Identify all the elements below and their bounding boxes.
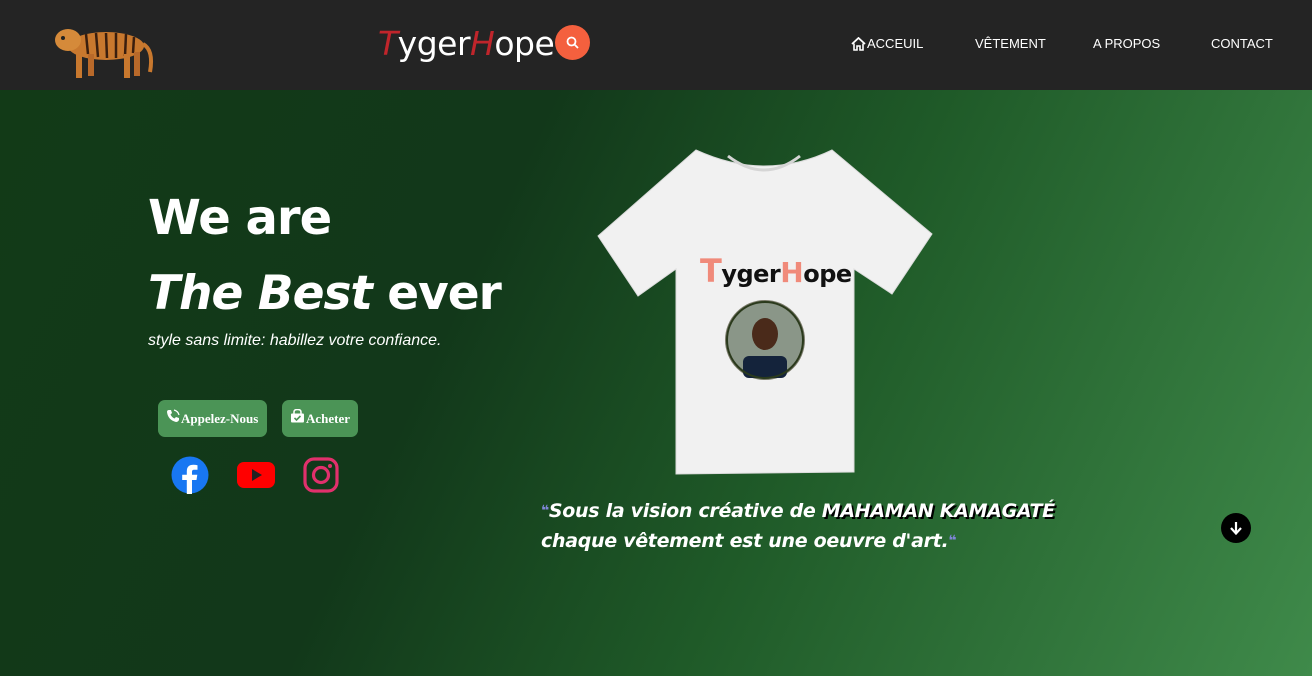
brand-second-letter: H <box>470 24 495 63</box>
call-button[interactable]: Appelez-Nous <box>158 400 267 437</box>
scroll-down-button[interactable] <box>1221 513 1251 543</box>
quote-open-icon: ❝ <box>541 503 549 519</box>
tshirt-print-end: ope <box>803 260 852 288</box>
tshirt-print-mid: yger <box>721 260 781 288</box>
quote-close-icon: ❝ <box>948 533 957 549</box>
search-icon <box>566 36 579 49</box>
facebook-link[interactable] <box>171 456 209 498</box>
home-icon <box>851 37 866 51</box>
hero-section: We are The Best ever style sans limite: … <box>0 90 1312 676</box>
arrow-down-icon <box>1230 522 1242 535</box>
nav-item-contact[interactable]: CONTACT <box>1211 36 1273 51</box>
nav-item-home[interactable]: ACCEUIL <box>851 36 923 51</box>
headline-italic: The Best <box>148 266 373 321</box>
youtube-link[interactable] <box>237 461 275 493</box>
facebook-icon <box>171 456 209 494</box>
youtube-icon <box>237 462 275 488</box>
brand-end: ope <box>494 24 555 63</box>
tshirt-image: TygerHope <box>596 144 934 476</box>
tshirt-print-logo: TygerHope <box>700 252 852 290</box>
tagline: style sans limite: habillez votre confia… <box>148 332 442 349</box>
instagram-link[interactable] <box>303 457 339 497</box>
quote-part1: Sous la vision créative de <box>548 500 822 522</box>
search-button[interactable] <box>555 25 590 60</box>
headline-end: ever <box>371 266 502 321</box>
brand-mid: yger <box>397 24 471 63</box>
brand-first-letter: T <box>378 24 398 63</box>
navbar: TygerHope ACCEUIL VÊTEMENT A PROPOS CONT… <box>0 0 1312 90</box>
phone-icon <box>167 408 180 422</box>
tshirt-print-second: H <box>780 256 804 289</box>
headline-line2: The Best ever <box>148 266 502 321</box>
designer-quote: ❝Sous la vision créative de MAHAMAN KAMA… <box>541 496 1055 556</box>
headline-line1: We are <box>148 190 332 246</box>
nav-item-about[interactable]: A PROPOS <box>1093 36 1160 51</box>
buy-button[interactable]: Acheter <box>282 400 358 437</box>
quote-part2: chaque vêtement est une oeuvre d'art. <box>541 530 949 552</box>
buy-button-label: Acheter <box>305 410 350 426</box>
call-button-label: Appelez-Nous <box>181 410 259 426</box>
nav-item-clothing[interactable]: VÊTEMENT <box>975 36 1046 51</box>
instagram-icon <box>303 457 339 493</box>
nav-item-home-label: ACCEUIL <box>867 36 924 51</box>
designer-name: MAHAMAN KAMAGATÉ <box>821 500 1055 522</box>
tshirt-print-first: T <box>700 252 722 290</box>
brand-title[interactable]: TygerHope <box>378 24 555 63</box>
tiger-logo[interactable] <box>46 10 158 82</box>
shopping-bag-icon <box>290 408 304 422</box>
